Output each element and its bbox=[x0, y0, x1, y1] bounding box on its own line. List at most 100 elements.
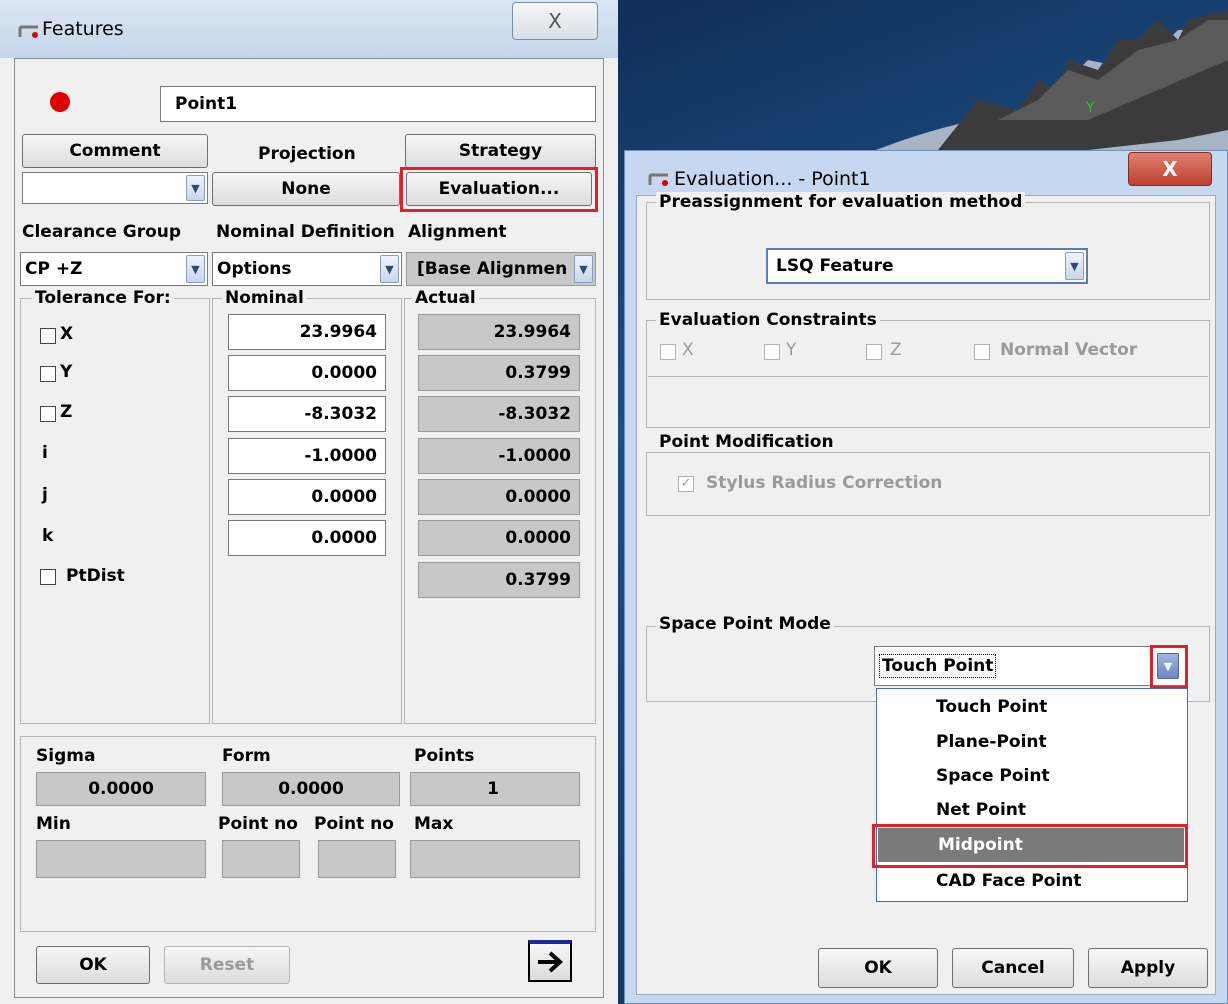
tolerance-x-label: X bbox=[60, 324, 74, 344]
option-cad-face-point[interactable]: CAD Face Point bbox=[876, 864, 1188, 898]
tolerance-y-label: Y bbox=[60, 362, 73, 382]
constraint-normal-checkbox[interactable] bbox=[974, 344, 990, 360]
option-touch-point[interactable]: Touch Point bbox=[876, 690, 1188, 724]
nominal-z-field[interactable]: -8.3032 bbox=[228, 396, 386, 432]
chevron-down-icon: ▼ bbox=[380, 255, 399, 283]
space-point-mode-dropdown[interactable]: Touch Point bbox=[874, 646, 1188, 686]
constraint-x-label: X bbox=[682, 340, 694, 360]
actual-i-field: -1.0000 bbox=[418, 438, 580, 474]
eval-ok-button[interactable]: OK bbox=[818, 948, 938, 988]
eval-cancel-button[interactable]: Cancel bbox=[952, 948, 1074, 988]
option-net-point[interactable]: Net Point bbox=[876, 793, 1188, 827]
constraint-y-checkbox[interactable] bbox=[764, 344, 780, 360]
clearance-group-dropdown[interactable]: CP +Z ▼ bbox=[20, 252, 208, 286]
tolerance-x-checkbox[interactable] bbox=[40, 328, 56, 344]
projection-none-button[interactable]: None bbox=[212, 172, 400, 206]
stylus-radius-label: Stylus Radius Correction bbox=[706, 473, 943, 493]
form-label: Form bbox=[222, 746, 271, 766]
stylus-radius-checkbox[interactable]: ✓ bbox=[678, 476, 694, 492]
points-value: 1 bbox=[410, 772, 580, 806]
constraint-y-label: Y bbox=[786, 340, 797, 360]
point-no-value-2 bbox=[318, 840, 396, 878]
reset-button[interactable]: Reset bbox=[164, 946, 290, 984]
tolerance-group bbox=[20, 298, 210, 724]
nominal-y-field[interactable]: 0.0000 bbox=[228, 355, 386, 391]
tolerance-j-label: j bbox=[42, 485, 48, 505]
space-point-mode-value: Touch Point bbox=[879, 654, 997, 678]
sigma-label: Sigma bbox=[36, 746, 96, 766]
nominal-definition-label: Nominal Definition bbox=[216, 222, 395, 242]
alignment-value: [Base Alignmen bbox=[417, 259, 568, 279]
tolerance-ptdist-label: PtDist bbox=[66, 566, 125, 586]
projection-label: Projection bbox=[258, 144, 356, 164]
comment-dropdown[interactable]: ▼ bbox=[22, 172, 208, 204]
eval-apply-button[interactable]: Apply bbox=[1088, 948, 1208, 988]
max-value bbox=[410, 840, 580, 878]
evaluation-title: Evaluation... - Point1 bbox=[674, 168, 871, 190]
chevron-down-icon: ▼ bbox=[186, 175, 205, 201]
points-label: Points bbox=[414, 746, 475, 766]
next-button[interactable] bbox=[528, 940, 572, 982]
nominal-x-field[interactable]: 23.9964 bbox=[228, 314, 386, 350]
tolerance-for-label: Tolerance For: bbox=[32, 288, 174, 308]
tolerance-ptdist-checkbox[interactable] bbox=[40, 569, 56, 585]
constraint-normal-label: Normal Vector bbox=[1000, 340, 1138, 360]
max-label: Max bbox=[414, 814, 454, 834]
actual-z-field: -8.3032 bbox=[418, 396, 580, 432]
tolerance-i-label: i bbox=[42, 443, 48, 463]
preassignment-dropdown[interactable]: LSQ Feature ▼ bbox=[766, 248, 1088, 284]
space-point-mode-label: Space Point Mode bbox=[656, 614, 834, 634]
ok-button[interactable]: OK bbox=[36, 946, 150, 984]
option-plane-point[interactable]: Plane-Point bbox=[876, 725, 1188, 759]
preassignment-label: Preassignment for evaluation method bbox=[656, 192, 1026, 212]
nominal-k-field[interactable]: 0.0000 bbox=[228, 520, 386, 556]
features-close-button[interactable]: X bbox=[512, 2, 598, 40]
nominal-i-field[interactable]: -1.0000 bbox=[228, 438, 386, 474]
actual-k-field: 0.0000 bbox=[418, 520, 580, 556]
clearance-group-value: CP +Z bbox=[25, 259, 83, 279]
evaluation-button[interactable]: Evaluation... bbox=[406, 172, 592, 206]
close-icon: X bbox=[1162, 157, 1178, 181]
stats-group bbox=[20, 736, 596, 932]
evaluation-close-button[interactable]: X bbox=[1128, 152, 1212, 186]
constraints-divider bbox=[648, 376, 1208, 377]
midpoint-highlight bbox=[872, 824, 1188, 868]
tolerance-k-label: k bbox=[42, 526, 54, 546]
app-icon bbox=[648, 172, 670, 186]
tolerance-z-checkbox[interactable] bbox=[40, 406, 56, 422]
sigma-value: 0.0000 bbox=[36, 772, 206, 806]
nominal-j-field[interactable]: 0.0000 bbox=[228, 479, 386, 515]
chevron-down-icon: ▼ bbox=[186, 255, 205, 283]
axis-y-label: Y bbox=[1086, 100, 1095, 116]
close-icon: X bbox=[548, 9, 562, 33]
nominal-definition-dropdown[interactable]: Options ▼ bbox=[212, 252, 402, 286]
actual-ptdist-field: 0.3799 bbox=[418, 562, 580, 598]
nominal-header: Nominal bbox=[222, 288, 307, 308]
nominal-definition-value: Options bbox=[217, 259, 292, 279]
tolerance-y-checkbox[interactable] bbox=[40, 366, 56, 382]
alignment-label: Alignment bbox=[408, 222, 507, 242]
chevron-down-icon: ▼ bbox=[1065, 252, 1084, 280]
point-modification-label: Point Modification bbox=[656, 432, 837, 452]
constraint-z-checkbox[interactable] bbox=[866, 344, 882, 360]
constraint-x-checkbox[interactable] bbox=[660, 344, 676, 360]
comment-button[interactable]: Comment bbox=[22, 134, 208, 168]
preassignment-value: LSQ Feature bbox=[776, 256, 894, 276]
strategy-button[interactable]: Strategy bbox=[405, 134, 596, 168]
evaluation-constraints-label: Evaluation Constraints bbox=[656, 310, 880, 330]
constraint-z-label: Z bbox=[890, 340, 902, 360]
point-no-value-1 bbox=[222, 840, 300, 878]
point-no-label-2: Point no bbox=[314, 814, 394, 834]
clearance-group-label: Clearance Group bbox=[22, 222, 182, 242]
actual-header: Actual bbox=[412, 288, 479, 308]
app-icon bbox=[18, 24, 40, 38]
alignment-dropdown[interactable]: [Base Alignmen ▼ bbox=[406, 252, 596, 286]
min-value bbox=[36, 840, 206, 878]
chevron-down-icon[interactable]: ▼ bbox=[1157, 653, 1179, 679]
actual-x-field: 23.9964 bbox=[418, 314, 580, 350]
arrow-right-icon bbox=[538, 951, 563, 973]
feature-name-input[interactable]: Point1 bbox=[160, 86, 596, 122]
point-no-label-1: Point no bbox=[218, 814, 298, 834]
chevron-down-icon: ▼ bbox=[574, 255, 593, 283]
option-space-point[interactable]: Space Point bbox=[876, 759, 1188, 793]
